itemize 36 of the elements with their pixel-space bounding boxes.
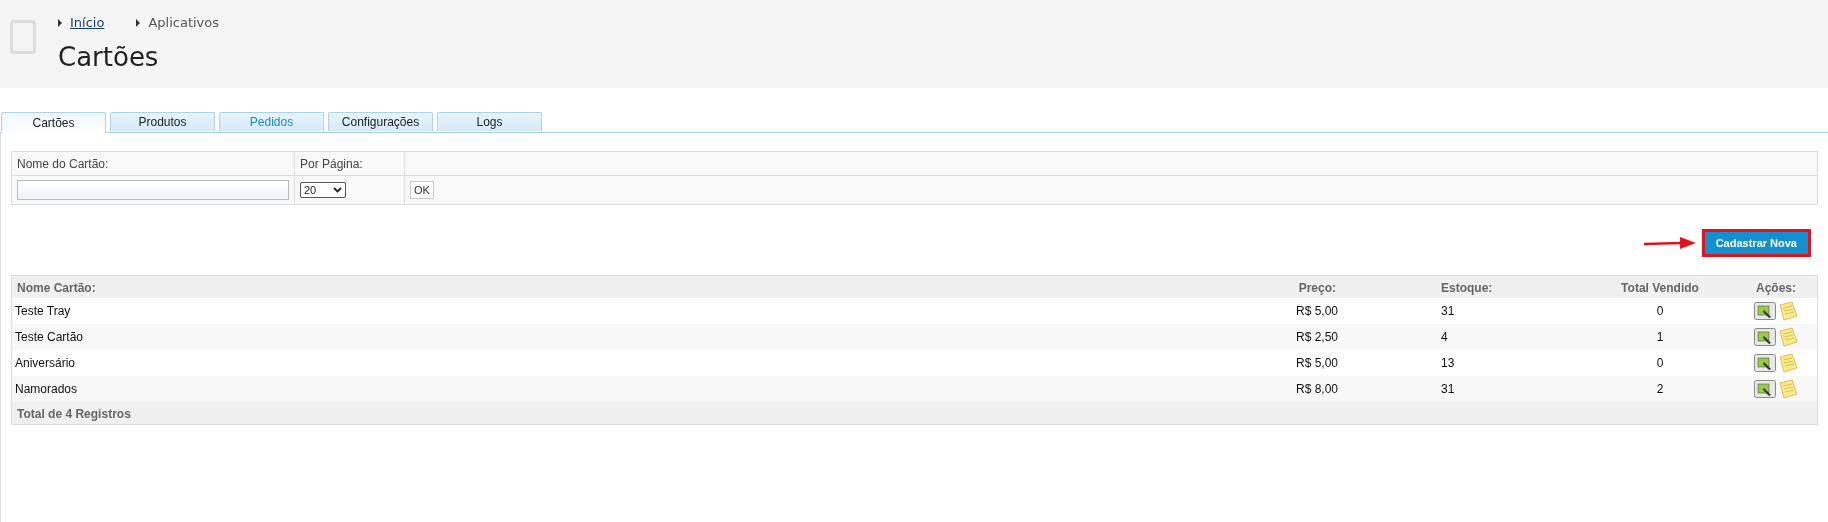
- table-footer: Total de 4 Registros: [12, 402, 1817, 424]
- caret-icon: [58, 18, 62, 27]
- column-header: Ações:: [1735, 276, 1817, 298]
- table-cell: R$ 2,50: [1181, 324, 1341, 350]
- breadcrumb-item: Aplicativos: [148, 15, 220, 30]
- page-title: Cartões: [58, 42, 160, 72]
- per-page-select[interactable]: 20: [300, 182, 346, 198]
- chevron-down-icon: [333, 187, 342, 193]
- arrow-annotation: [1643, 237, 1696, 249]
- new-card-button[interactable]: Cadastrar Nova: [1701, 229, 1811, 257]
- column-header: Preço:: [1181, 276, 1341, 298]
- column-header: Estoque:: [1341, 276, 1585, 298]
- table-cell: 1: [1585, 324, 1735, 350]
- field-label: Por Página:: [300, 156, 363, 171]
- table-cell: 31: [1341, 376, 1585, 402]
- edit-icon[interactable]: [1754, 302, 1776, 320]
- tab[interactable]: Configurações: [328, 112, 433, 131]
- column-header: Nome Cartão:: [12, 276, 1181, 298]
- edit-icon[interactable]: [1754, 328, 1776, 346]
- table-cell: Teste Cartão: [12, 324, 1181, 350]
- table-cell: 2: [1585, 376, 1735, 402]
- column-header: Total Vendido: [1585, 276, 1735, 298]
- edit-icon[interactable]: [1754, 354, 1776, 372]
- breadcrumb-link[interactable]: Início: [70, 15, 105, 30]
- edit-icon[interactable]: [1754, 380, 1776, 398]
- tab[interactable]: Logs: [437, 112, 542, 131]
- table-cell: Namorados: [12, 376, 1181, 402]
- page-icon: [10, 20, 36, 54]
- ok-button[interactable]: OK: [410, 181, 434, 199]
- table-cell: R$ 8,00: [1181, 376, 1341, 402]
- field-label: Nome do Cartão:: [17, 156, 109, 171]
- tab[interactable]: Produtos: [110, 112, 215, 131]
- caret-icon: [136, 18, 141, 27]
- table-cell: 4: [1341, 324, 1585, 350]
- tab[interactable]: Cartões: [1, 112, 106, 133]
- name-input-field[interactable]: [17, 180, 289, 200]
